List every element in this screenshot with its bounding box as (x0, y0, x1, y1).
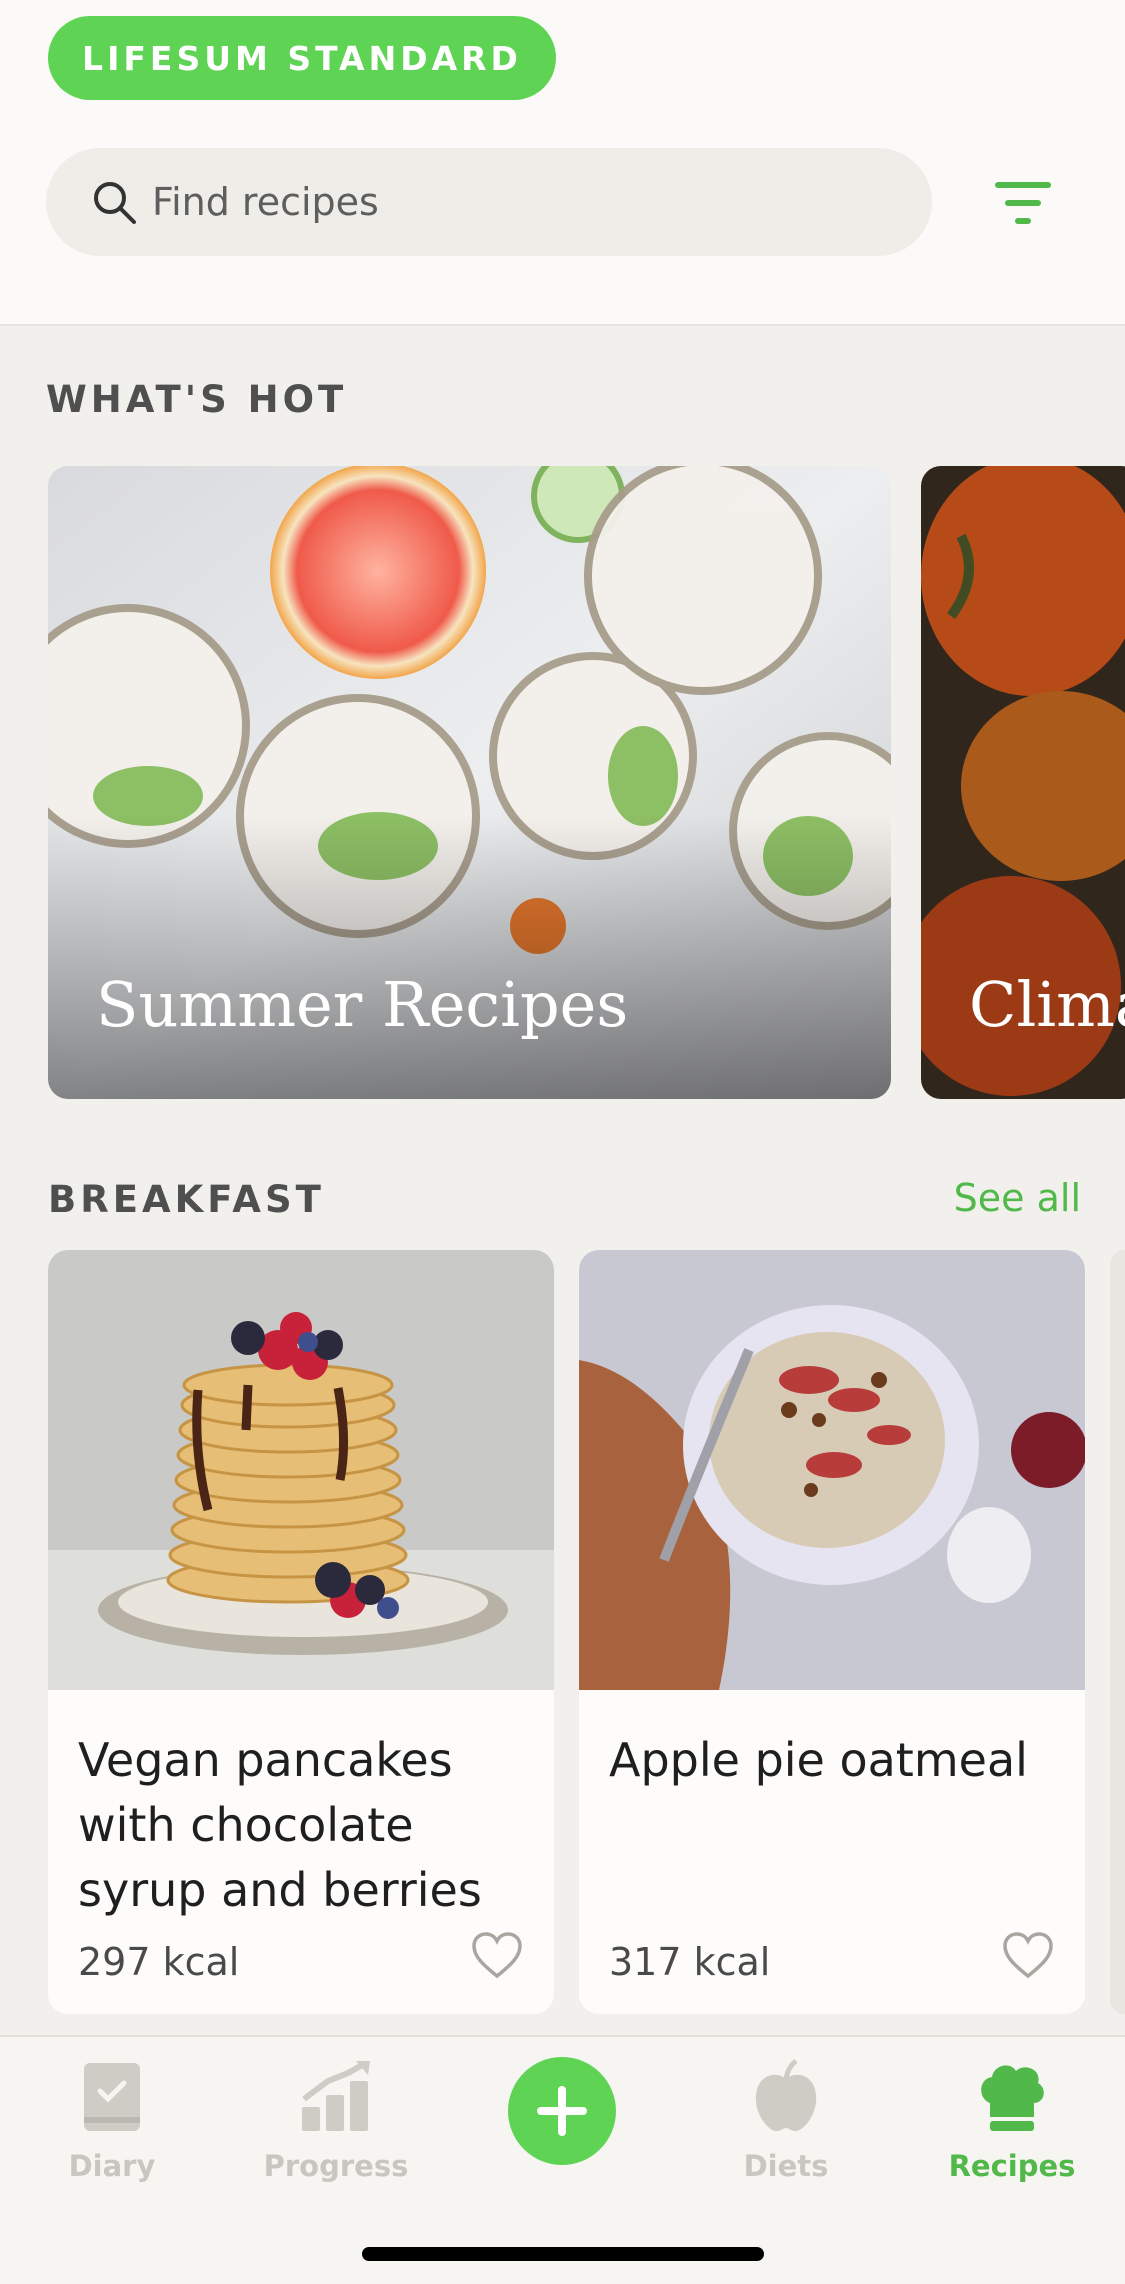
plan-badge[interactable]: LIFESUM STANDARD (48, 16, 556, 100)
apple-icon (755, 2059, 817, 2132)
tab-label: Recipes (948, 2149, 1076, 2183)
recipe-title: Apple pie oatmeal (609, 1733, 1028, 1787)
top-bar: LIFESUM STANDARD Find recipes (0, 0, 1125, 326)
hero-card-title: Clima (969, 968, 1125, 1041)
recipe-card-peek[interactable] (1110, 1250, 1125, 2014)
see-all-link[interactable]: See all (954, 1176, 1081, 1220)
search-input[interactable]: Find recipes (46, 148, 932, 256)
tab-diary[interactable]: Diary (12, 2059, 212, 2189)
recipe-card-apple-pie-oatmeal[interactable]: Apple pie oatmeal 317 kcal (579, 1250, 1085, 2014)
recipe-kcal: 297 kcal (78, 1940, 240, 1984)
whats-hot-title: WHAT'S HOT (46, 378, 348, 421)
progress-icon (302, 2060, 370, 2131)
hero-card-climate[interactable]: Clima (921, 466, 1125, 1099)
tab-progress[interactable]: Progress (236, 2059, 436, 2189)
tab-label: Progress (263, 2149, 409, 2183)
filter-icon (995, 182, 1051, 224)
heart-icon[interactable] (470, 1930, 524, 1980)
plus-icon (537, 2086, 587, 2136)
recipe-kcal: 317 kcal (609, 1940, 771, 1984)
tab-label: Diary (68, 2149, 156, 2183)
breakfast-title: BREAKFAST (48, 1178, 325, 1221)
recipe-card-vegan-pancakes[interactable]: Vegan pancakes with chocolate syrup and … (48, 1250, 554, 2014)
pancakes-image (48, 1250, 554, 1690)
tab-label: Diets (743, 2149, 829, 2183)
add-button[interactable] (508, 2057, 616, 2165)
tab-recipes[interactable]: Recipes (912, 2059, 1112, 2189)
diary-icon (84, 2063, 140, 2131)
chef-hat-icon (981, 2065, 1044, 2131)
hero-card-summer-recipes[interactable]: Summer Recipes (48, 466, 891, 1099)
home-indicator (362, 2247, 764, 2261)
recipe-title: Vegan pancakes with chocolate syrup and … (78, 1733, 482, 1917)
oatmeal-image (579, 1250, 1085, 1690)
search-placeholder: Find recipes (152, 180, 379, 224)
search-icon (94, 182, 136, 224)
filter-button[interactable] (990, 170, 1056, 236)
tab-diets[interactable]: Diets (686, 2059, 886, 2189)
hero-card-title: Summer Recipes (96, 968, 629, 1041)
heart-icon[interactable] (1001, 1930, 1055, 1980)
